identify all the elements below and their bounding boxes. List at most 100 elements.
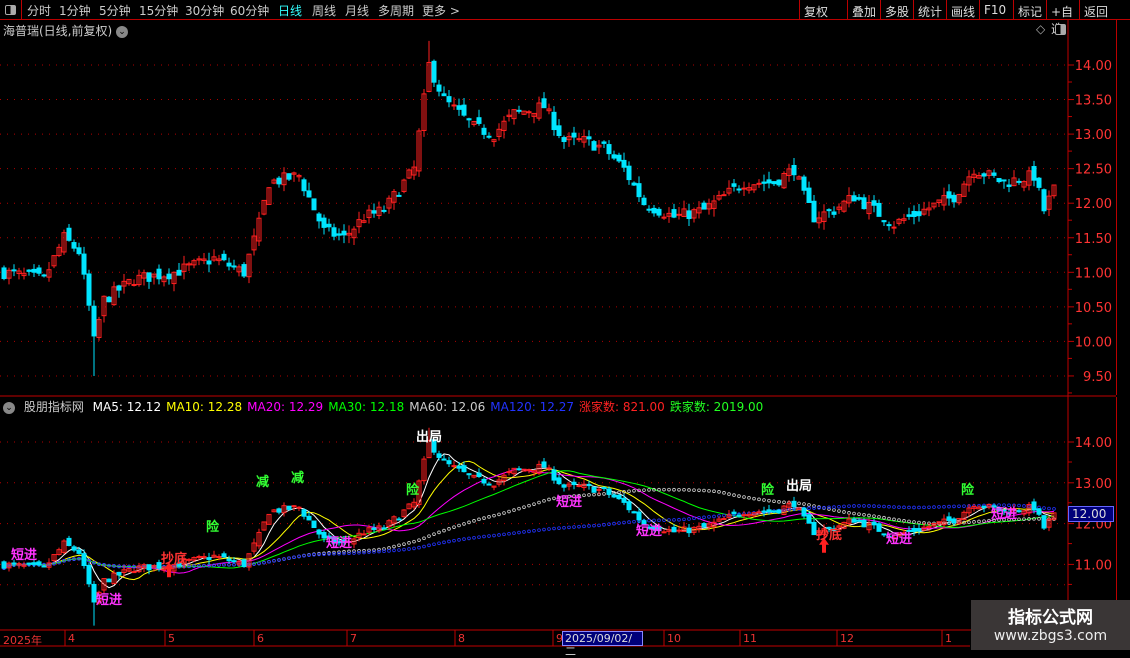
- side-panel-tabs[interactable]: [1116, 20, 1130, 395]
- ma120-line-dot: [677, 517, 681, 522]
- ma60-line-dot: [487, 515, 491, 519]
- indicator-candle: [446, 460, 452, 465]
- main-candle: [81, 253, 87, 275]
- ma60-line-dot: [842, 510, 846, 514]
- indicator-candle: [241, 559, 247, 568]
- indicator-candle: [721, 518, 727, 521]
- main-candle: [886, 224, 892, 227]
- ma60-line-dot: [982, 519, 986, 523]
- ma120-line-dot: [807, 506, 811, 511]
- main-candle: [486, 135, 492, 138]
- ma120-line-dot: [372, 550, 376, 554]
- ma120-line-dot: [427, 543, 431, 548]
- ma60-line-dot: [627, 489, 631, 494]
- signal-label: 出局: [786, 478, 813, 494]
- ma120-line-dot: [942, 504, 946, 509]
- main-candle: [456, 105, 462, 110]
- indicator-candle: [36, 561, 42, 566]
- main-candle: [26, 269, 32, 272]
- indicator-candle: [676, 529, 682, 532]
- ma120-line-dot: [347, 551, 351, 556]
- ma60-line-dot: [762, 498, 766, 502]
- ma120-line-dot: [517, 530, 521, 535]
- signal-label: 险: [206, 519, 220, 535]
- ma120-line-dot: [877, 504, 881, 509]
- signal-label: 短进: [96, 593, 123, 609]
- indicator-candle: [186, 558, 192, 561]
- ma60-line-dot: [702, 488, 706, 493]
- ma60-line-dot: [502, 511, 506, 515]
- indicator-candle: [621, 497, 627, 503]
- ma120-line-dot: [862, 504, 866, 508]
- indicator-candle: [436, 453, 442, 458]
- indicator-candle: [576, 484, 582, 487]
- ma60-line-dot: [422, 536, 426, 541]
- indicator-value: MA120: 12.27: [490, 400, 574, 414]
- month-label: 8: [458, 632, 465, 645]
- signal-label: 短进: [556, 495, 583, 511]
- ma60-line-dot: [802, 502, 806, 506]
- main-candle: [801, 176, 807, 191]
- main-candle: [951, 194, 957, 203]
- main-candle: [301, 179, 307, 192]
- signal-label: 短进: [326, 535, 353, 551]
- month-label: 7: [350, 632, 357, 645]
- ma120-line-dot: [472, 535, 476, 540]
- indicator-candle: [441, 458, 447, 461]
- main-candle: [651, 207, 657, 214]
- indicator-candle: [981, 505, 987, 509]
- ma120-line-dot: [452, 538, 456, 543]
- ma120-line-dot: [357, 550, 361, 555]
- ma120-line-dot: [1052, 507, 1056, 511]
- indicator-value: MA10: 12.28: [166, 400, 243, 414]
- indicator-candle: [951, 518, 957, 524]
- ma120-line-dot: [842, 504, 846, 509]
- indicator-candle: [221, 553, 227, 558]
- indicator-candle: [801, 507, 807, 517]
- ma120-line-dot: [477, 535, 481, 539]
- month-label: 1: [945, 632, 952, 645]
- ma60-line-dot: [387, 546, 391, 550]
- indicator-candle: [606, 488, 612, 495]
- ma60-line-dot: [967, 520, 971, 525]
- price-tick-label: 14.00: [1075, 59, 1112, 74]
- main-candle: [676, 213, 682, 216]
- ma120-line-dot: [892, 505, 896, 509]
- ma60-line-dot: [592, 492, 596, 497]
- ma60-line-dot: [777, 500, 781, 504]
- ma120-line-dot: [1042, 506, 1046, 510]
- ma120-line-dot: [407, 547, 411, 551]
- indicator-name: 股朋指标网: [23, 400, 84, 414]
- main-candle: [476, 117, 482, 124]
- ma60-line-dot: [477, 517, 481, 522]
- indicator-candle: [701, 523, 707, 528]
- ma60-line-dot: [757, 497, 761, 502]
- indicator-candle: [856, 519, 862, 522]
- ma120-line-dot: [402, 547, 406, 552]
- ma60-line-dot: [677, 487, 681, 492]
- ma60-line-dot: [747, 496, 751, 500]
- ma120-line-dot: [387, 549, 391, 553]
- main-candle: [41, 274, 47, 277]
- indicator-candle: [461, 465, 467, 473]
- indicator-candle: [396, 518, 402, 521]
- ma120-line-dot: [292, 555, 296, 560]
- main-candle: [231, 265, 237, 268]
- ma60-line-dot: [662, 487, 666, 492]
- year-label: 2025年: [3, 634, 42, 647]
- main-candle: [466, 118, 472, 121]
- signal-label: 减: [256, 474, 270, 490]
- chevron-down-icon[interactable]: ⌄: [3, 401, 15, 414]
- ma120-line-dot: [392, 548, 396, 553]
- main-candle: [436, 84, 442, 92]
- signal-label: 短进: [11, 548, 38, 564]
- main-candle: [481, 127, 487, 135]
- selected-price-label: 12.00: [1068, 506, 1114, 522]
- ma120-line-dot: [512, 531, 516, 535]
- ma60-line-dot: [742, 495, 746, 499]
- main-candle: [146, 272, 152, 282]
- ma120-line-dot: [592, 523, 596, 528]
- ma60-line-dot: [532, 502, 536, 506]
- side-panel-tabs-lower[interactable]: [1116, 397, 1130, 630]
- main-candle: [1001, 179, 1007, 182]
